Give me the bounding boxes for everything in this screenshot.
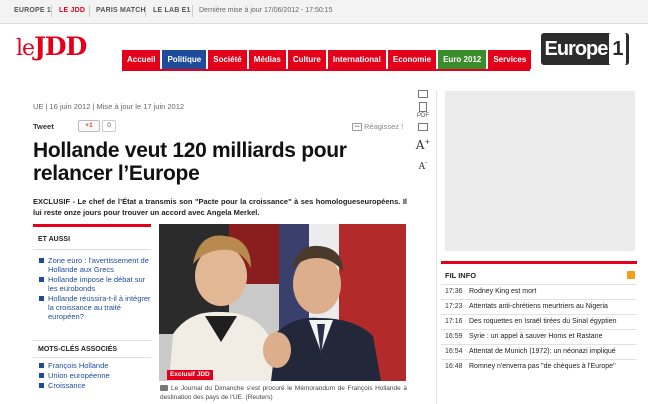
nav-services[interactable]: Services [488, 50, 532, 69]
keyword-link[interactable]: Union européenne [33, 371, 151, 380]
photo-caption-text: Le Journal du Dimanche s’est procuré le … [160, 385, 407, 401]
nav-euro2012[interactable]: Euro 2012 [438, 50, 487, 69]
topbar-link-lejdd[interactable]: LE JDD [59, 7, 85, 14]
topbar-divider [51, 5, 52, 17]
news-time: 16:54 [445, 348, 463, 355]
keyword-link[interactable]: Croissance [33, 381, 151, 390]
news-text: Syrie : un appel à sauver Homs et Rastan… [469, 333, 603, 340]
news-time: 17:36 [445, 288, 463, 295]
topbar-divider [89, 5, 90, 17]
article-meta: UE | 16 juin 2012 | Mise à jour le 17 ju… [33, 102, 185, 111]
europe1-logo-number: 1 [609, 33, 626, 65]
photo-illustration [159, 224, 406, 381]
mail-icon [418, 123, 428, 131]
news-time: 17:23 [445, 303, 463, 310]
logo-le: le [16, 36, 35, 61]
topbar-divider [192, 5, 193, 17]
print-icon [418, 90, 428, 98]
europe1-logo-text: Europe [544, 38, 608, 60]
news-text: Attentats anti-chrétiens meurtriers au N… [469, 303, 608, 310]
font-increase-icon: A+ [415, 138, 431, 152]
react-label: Réagissez ! [364, 122, 404, 131]
email-button[interactable] [414, 123, 432, 131]
related-link[interactable]: Hollande impose le débat sur les eurobon… [33, 275, 151, 293]
font-decrease-button[interactable]: A- [414, 156, 432, 174]
nav-economie[interactable]: Economie [387, 50, 437, 69]
article-headline: Hollande veut 120 milliards pour relance… [33, 139, 347, 185]
europe1-logo[interactable]: Europe 1 [541, 33, 629, 65]
article-lede: EXCLUSIF - Le chef de l’État a transmis … [33, 197, 407, 217]
camera-icon [160, 385, 168, 392]
main-nav: Accueil Politique Société Médias Culture… [122, 50, 532, 69]
comment-icon: ••• [352, 123, 362, 132]
news-item[interactable]: 17:23 Attentats anti-chrétiens meurtriers… [441, 299, 637, 314]
news-text: Attentat de Munich (1972): un néonazi im… [469, 348, 616, 355]
related-box: ET AUSSI Zone euro : l’avertissement de … [33, 224, 151, 321]
nav-medias[interactable]: Médias [248, 50, 286, 69]
pdf-button[interactable]: PDF [414, 102, 432, 119]
nav-politique[interactable]: Politique [162, 50, 207, 69]
pdf-icon [419, 102, 427, 112]
last-update-text: Dernière mise à jour 17/06/2012 - 17:50:… [199, 7, 333, 14]
news-time: 16:48 [445, 363, 463, 370]
news-text: Rodney King est mort [469, 288, 537, 295]
news-time: 16:59 [445, 333, 463, 340]
logo-jdd: JDD [34, 32, 87, 61]
font-decrease-icon: A- [418, 159, 428, 172]
google-plus-count: 0 [102, 120, 116, 132]
news-item[interactable]: 17:36 Rodney King est mort [441, 284, 637, 299]
keywords-box: MOTS-CLÉS ASSOCIÉS François Hollande Uni… [33, 340, 151, 390]
news-item[interactable]: 17:16 Des roquettes en Israël tirées du S… [441, 314, 637, 329]
news-time: 17:16 [445, 318, 463, 325]
pdf-label: PDF [417, 113, 429, 119]
news-item[interactable]: 16:54 Attentat de Munich (1972): un néona… [441, 344, 637, 359]
topbar-divider [145, 5, 146, 17]
keywords-title: MOTS-CLÉS ASSOCIÉS [33, 341, 151, 358]
photo-caption: Le Journal du Dimanche s’est procuré le … [160, 384, 407, 402]
nav-culture[interactable]: Culture [287, 50, 326, 69]
article-photo [159, 224, 406, 381]
related-title: ET AUSSI [33, 227, 151, 250]
print-button[interactable] [414, 90, 432, 98]
fil-info-box: FIL INFO 17:36 Rodney King est mort 17:23… [441, 261, 637, 374]
top-bar: EUROPE 1 LE JDD PARIS MATCH LE LAB E1 De… [0, 0, 648, 24]
news-text: Romney n'enverra pas "de chèques à l'Eur… [469, 363, 616, 370]
news-item[interactable]: 16:48 Romney n'enverra pas "de chèques à … [441, 359, 637, 374]
nav-accueil[interactable]: Accueil [122, 50, 161, 69]
font-increase-button[interactable]: A+ [414, 135, 432, 152]
photo-badge: Exclusif JDD [167, 370, 213, 380]
fil-info-title: FIL INFO [441, 264, 637, 284]
topbar-link-europe1[interactable]: EUROPE 1 [14, 7, 51, 14]
google-plus-button[interactable]: +1 [78, 120, 100, 132]
jdd-logo[interactable]: leJDD [16, 32, 87, 62]
topbar-link-parismatch[interactable]: PARIS MATCH [96, 7, 146, 14]
related-link[interactable]: Hollande réussira-t-il à intégrer la cro… [33, 294, 151, 321]
ad-placeholder [445, 91, 635, 251]
rss-icon[interactable] [627, 271, 635, 279]
article-tools: PDF A+ A- [414, 90, 436, 178]
react-link[interactable]: ••• Réagissez ! [352, 122, 404, 132]
tweet-button[interactable]: Tweet [33, 122, 54, 131]
nav-international[interactable]: International [327, 50, 386, 69]
column-divider [436, 90, 437, 404]
nav-underline [122, 69, 530, 71]
nav-societe[interactable]: Société [208, 50, 247, 69]
related-link[interactable]: Zone euro : l’avertissement de Hollande … [33, 256, 151, 274]
news-item[interactable]: 16:59 Syrie : un appel à sauver Homs et R… [441, 329, 637, 344]
topbar-link-lelab[interactable]: LE LAB E1 [153, 7, 191, 14]
keyword-link[interactable]: François Hollande [33, 361, 151, 370]
news-text: Des roquettes en Israël tirées du Sinaï … [469, 318, 617, 325]
